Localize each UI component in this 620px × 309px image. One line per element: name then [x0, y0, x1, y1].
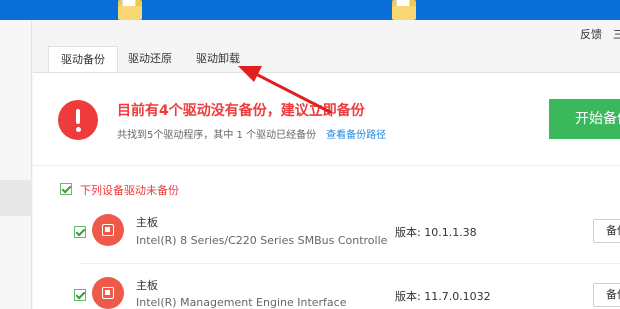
row-separator: [80, 263, 620, 264]
alert-headline: 目前有4个驱动没有备份，建议立即备份: [117, 103, 365, 119]
folder-icon[interactable]: [118, 0, 142, 20]
desktop-background: [0, 0, 620, 20]
view-backup-path-link[interactable]: 查看备份路径: [326, 130, 386, 141]
driver-category: 主板: [136, 216, 158, 229]
section-title: 下列设备驱动未备份: [80, 184, 179, 197]
feedback-link[interactable]: 反馈: [580, 26, 602, 42]
folder-icon[interactable]: [392, 0, 416, 20]
menu-link[interactable]: 三: [613, 26, 620, 42]
tab-driver-restore[interactable]: 驱动还原: [120, 46, 180, 73]
backup-driver-button[interactable]: 备份: [593, 219, 620, 243]
driver-version: 版本: 10.1.1.38: [395, 226, 477, 239]
motherboard-icon: [92, 277, 124, 309]
backup-driver-button[interactable]: 备份: [593, 283, 620, 307]
warning-icon: [58, 100, 98, 140]
tab-driver-backup[interactable]: 驱动备份: [48, 46, 118, 73]
select-all-checkbox[interactable]: [60, 183, 72, 195]
alert-subline: 共找到5个驱动程序，其中 1 个驱动已经备份 查看备份路径: [117, 126, 386, 141]
tab-driver-uninstall[interactable]: 驱动卸载: [188, 46, 248, 73]
alert-summary: 共找到5个驱动程序，其中 1 个驱动已经备份: [117, 130, 317, 141]
motherboard-icon: [92, 214, 124, 246]
sidebar-selected-item[interactable]: [0, 180, 32, 216]
backup-panel: 目前有4个驱动没有备份，建议立即备份 共找到5个驱动程序，其中 1 个驱动已经备…: [33, 72, 620, 309]
driver-checkbox[interactable]: [74, 289, 86, 301]
driver-version: 版本: 11.7.0.1032: [395, 290, 491, 303]
driver-backup-window: 反馈 三 驱动备份 驱动还原 驱动卸载 目前有4个驱动没有备份，建议立即备份 共…: [0, 20, 620, 309]
left-sidebar: [0, 20, 32, 309]
driver-category: 主板: [136, 279, 158, 292]
start-backup-button[interactable]: 开始备份: [549, 99, 620, 139]
divider: [33, 165, 620, 166]
driver-name: Intel(R) Management Engine Interface: [136, 296, 347, 309]
driver-name: Intel(R) 8 Series/C220 Series SMBus Cont…: [136, 234, 388, 247]
driver-checkbox[interactable]: [74, 226, 86, 238]
